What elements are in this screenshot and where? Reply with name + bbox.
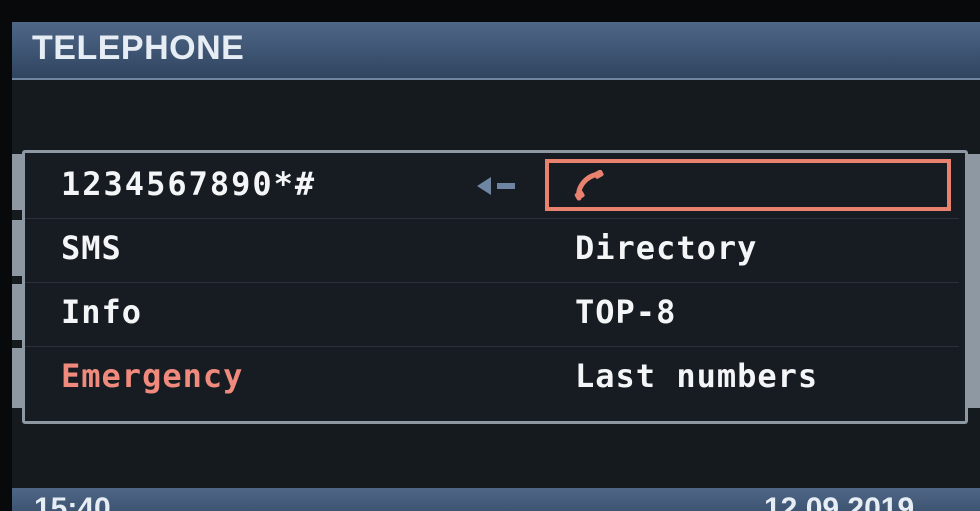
side-tab-right [968, 154, 980, 408]
backspace-arrow-icon[interactable] [475, 173, 519, 199]
menu-item-top-8[interactable]: TOP-8 [575, 293, 676, 331]
menu-row-2: Info TOP-8 [25, 283, 959, 347]
clock-date: 12.09.2019 [764, 492, 915, 511]
menu-item-info[interactable]: Info [61, 293, 142, 331]
menu-item-emergency[interactable]: Emergency [61, 357, 243, 395]
handset-icon [573, 169, 607, 202]
title-bar: TELEPHONE [12, 22, 980, 80]
menu-row-3: Emergency Last numbers [25, 347, 959, 410]
clock-time: 15:40 [34, 492, 111, 511]
dial-row: 1234567890*# [25, 155, 959, 219]
menu-row-1: SMS Directory [25, 219, 959, 283]
page-title: TELEPHONE [32, 29, 245, 67]
dial-digits[interactable]: 1234567890*# [61, 165, 316, 203]
telephone-screen: TELEPHONE 1234567890*# SMS Directory Inf… [12, 22, 980, 511]
menu-item-directory[interactable]: Directory [575, 229, 757, 267]
menu-item-sms[interactable]: SMS [61, 229, 122, 267]
call-button[interactable] [545, 159, 951, 211]
phone-menu: 1234567890*# SMS Directory Info TOP-8 Em… [22, 150, 968, 424]
menu-item-last-numbers[interactable]: Last numbers [575, 357, 818, 395]
status-bar: 15:40 12.09.2019 [12, 488, 980, 511]
